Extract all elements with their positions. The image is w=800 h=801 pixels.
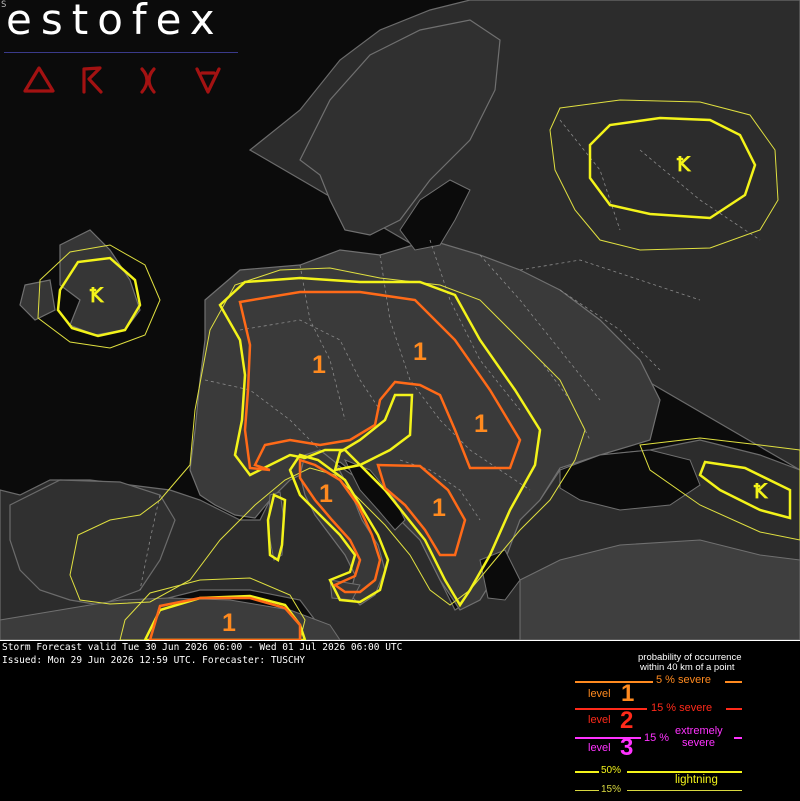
- legend-level3-word: level: [588, 742, 611, 754]
- legend-line-15x-right: [734, 737, 742, 739]
- legend: probability of occurrence within 40 km o…: [0, 641, 800, 801]
- logo-underline: [4, 52, 238, 53]
- legend-line-15-left: [575, 790, 599, 791]
- level1-label-poland: 1: [413, 338, 427, 366]
- legend-15x-text2: severe: [682, 737, 716, 749]
- lightning-symbol-russia: Ꝁ: [677, 154, 691, 176]
- legend-level3-number: 3: [620, 734, 634, 761]
- level1-label-balkans: 1: [432, 494, 446, 522]
- wind-icon: [140, 67, 156, 94]
- level1-label-italy: 1: [319, 480, 333, 508]
- lightning-symbol-caucasus: Ꝁ: [754, 481, 768, 503]
- hazard-icons: [23, 66, 221, 94]
- legend-50pct-label: 50%: [601, 765, 622, 776]
- legend-level2-word: level: [588, 714, 611, 726]
- forecast-map: 1 1 1 1 1 1 Ꝁ Ꝁ Ꝁ S estofex: [0, 0, 800, 640]
- legend-15pct-lightning: 15%: [601, 784, 622, 795]
- level1-label-germany: 1: [312, 351, 326, 379]
- lightning-symbol-britain: Ꝁ: [90, 285, 104, 307]
- legend-15x-pct: 15 %: [644, 732, 670, 744]
- legend-header-2: within 40 km of a point: [640, 662, 735, 673]
- legend-lightning-label: lightning: [675, 774, 718, 786]
- legend-15pct-label: 15 % severe: [651, 702, 713, 714]
- legend-15x-text1: extremely: [675, 725, 723, 737]
- legend-line-50-right: [627, 771, 742, 773]
- tornado-icon: [23, 66, 55, 93]
- legend-line-50-left: [575, 771, 599, 773]
- legend-line-5pct-left: [575, 681, 653, 683]
- level1-label-romania: 1: [474, 410, 488, 438]
- legend-line-15pct-left: [575, 708, 647, 710]
- level1-label-north-africa: 1: [222, 609, 236, 637]
- legend-5pct-label: 5 % severe: [656, 674, 712, 686]
- info-panel: Storm Forecast valid Tue 30 Jun 2026 06:…: [0, 640, 800, 801]
- legend-level2-number: 2: [620, 707, 634, 734]
- legend-line-5pct-right: [725, 681, 742, 683]
- hail-icon: [195, 67, 221, 94]
- legend-level1-number: 1: [621, 680, 635, 707]
- estofex-logo: estofex: [6, 0, 224, 44]
- legend-level1-word: level: [588, 688, 611, 700]
- legend-line-15-right: [627, 790, 742, 791]
- legend-line-15pct-right: [726, 708, 742, 710]
- lightning-icon: [82, 66, 103, 94]
